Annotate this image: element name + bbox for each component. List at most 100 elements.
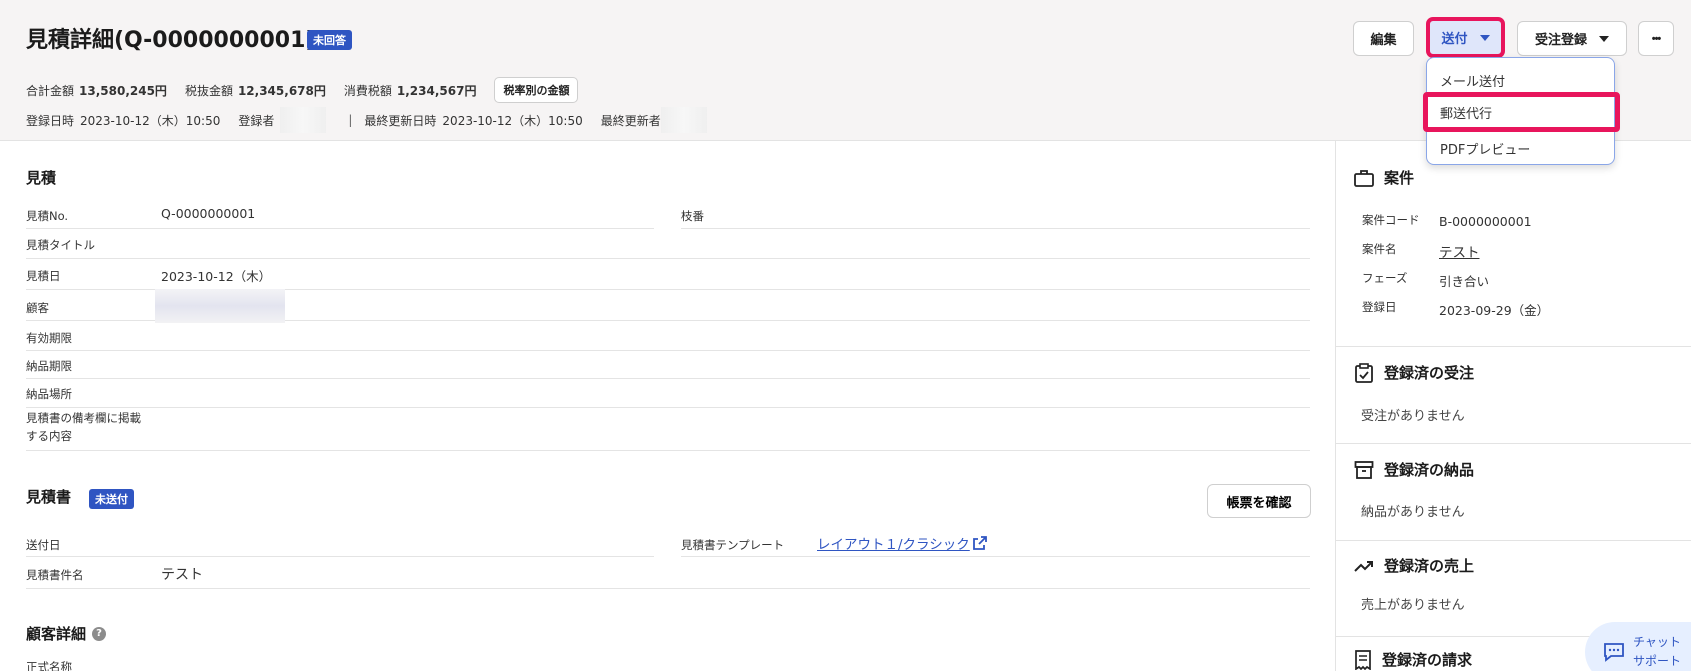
amount-summary: 合計金額 13,580,245円 税抜金額 12,345,678円 消費税額 1… (26, 77, 579, 103)
sent-date-row (26, 530, 654, 557)
receipt-icon (1355, 649, 1371, 670)
chevron-down-icon (1599, 35, 1609, 42)
customer-value-blurred (155, 289, 285, 323)
chat-label-line1: チャット (1633, 635, 1681, 649)
project-phase-label: フェーズ (1362, 271, 1408, 285)
customer-label: 顧客 (26, 301, 49, 315)
delivery-place-label: 納品場所 (26, 387, 72, 401)
invoices-title-text: 登録済の請求 (1382, 651, 1473, 669)
project-phase-value: 引き合い (1439, 274, 1490, 289)
chat-label-line2: サポート (1633, 654, 1682, 668)
created-value: 2023-10-12（木）10:50 (80, 113, 221, 128)
project-name-link[interactable]: テスト (1439, 241, 1480, 261)
sales-empty: 売上がありません (1361, 598, 1465, 613)
chat-bubble-icon (1604, 643, 1624, 662)
help-icon[interactable]: ? (92, 626, 107, 641)
edit-button[interactable]: 編集 (1353, 21, 1414, 56)
document-status-badge: 未送付 (89, 489, 134, 509)
pretax-label: 税抜金額 (184, 83, 233, 98)
meta-separator: | (348, 113, 353, 127)
expiry-row (26, 321, 1310, 351)
tax-label: 消費税額 (343, 83, 392, 98)
project-title-text: 案件 (1384, 169, 1415, 187)
updated-value: 2023-10-12（木）10:50 (442, 113, 583, 128)
project-code-label: 案件コード (1362, 213, 1420, 227)
updater-avatar-blurred (660, 107, 707, 133)
record-meta: 登録日時 2023-10-12（木）10:50 登録者 | 最終更新日時 202… (26, 107, 717, 133)
project-date-value: 2023-09-29（金） (1439, 303, 1550, 318)
delivery-deadline-row (26, 351, 1310, 379)
menu-item-postal-proxy[interactable]: 郵送代行 (1423, 92, 1620, 132)
customer-detail-title-text: 顧客詳細 (26, 625, 87, 643)
check-document-button[interactable]: 帳票を確認 (1207, 484, 1311, 518)
total-value: 13,580,245円 (79, 83, 167, 98)
remarks-label-line1: 見積書の備考欄に掲載 (26, 411, 141, 425)
project-code-value: B-0000000001 (1439, 214, 1532, 229)
archive-box-icon (1354, 460, 1374, 479)
send-dropdown-menu: メール送付 郵送代行 PDFプレビュー (1423, 57, 1620, 165)
estimate-date-value: 2023-10-12（木） (161, 269, 272, 284)
estimate-no-label: 見積No. (26, 209, 69, 223)
sales-title: 登録済の売上 (1354, 555, 1474, 576)
orders-block: 登録済の受注 受注がありません (1336, 347, 1691, 444)
document-section-title: 見積書 (26, 488, 72, 506)
document-name-label: 見積書件名 (26, 568, 84, 582)
menu-item-pdf-preview[interactable]: PDFプレビュー (1427, 132, 1614, 164)
total-label: 合計金額 (26, 83, 75, 98)
orders-title-text: 登録済の受注 (1384, 364, 1475, 382)
right-sidebar: 案件 案件コード B-0000000001 案件名 テスト フェーズ 引き合い … (1335, 141, 1691, 671)
document-name-value: テスト (161, 567, 203, 583)
project-date-label: 登録日 (1362, 300, 1397, 314)
estimate-section-title: 見積 (26, 169, 57, 187)
invoices-title: 登録済の請求 (1354, 649, 1472, 670)
trending-up-icon (1354, 560, 1373, 572)
expiry-label: 有効期限 (26, 331, 72, 345)
delivery-deadline-label: 納品期限 (26, 359, 72, 373)
updater-label: 最終更新者 (600, 113, 661, 128)
official-name-label: 正式名称 (26, 660, 72, 671)
chat-label: チャット サポート (1633, 633, 1681, 671)
more-menu-button[interactable]: ••• (1638, 21, 1674, 56)
order-button-label: 受注登録 (1534, 32, 1587, 47)
sales-title-text: 登録済の売上 (1384, 557, 1475, 575)
order-register-button[interactable]: 受注登録 (1517, 21, 1627, 56)
send-button-label: 送付 (1441, 31, 1468, 46)
more-icon: ••• (1651, 32, 1662, 45)
remarks-label-line2: する内容 (26, 429, 72, 443)
creator-label: 登録者 (238, 113, 275, 128)
template-link[interactable]: レイアウト１/クラシック (817, 533, 988, 553)
remarks-row (26, 408, 1310, 451)
briefcase-icon (1354, 169, 1374, 187)
template-link-text: レイアウト１/クラシック (817, 537, 970, 553)
page-title: 見積詳細(Q-0000000001) (26, 28, 316, 53)
deliveries-title-text: 登録済の納品 (1384, 461, 1475, 479)
branch-label: 枝番 (681, 209, 704, 223)
customer-detail-title: 顧客詳細 ? (26, 623, 107, 644)
estimate-no-value: Q-0000000001 (161, 206, 256, 221)
chat-support-button[interactable]: チャット サポート (1585, 622, 1691, 671)
delivery-place-row (26, 379, 1310, 408)
tax-value: 1,234,567円 (396, 83, 477, 98)
sent-date-label: 送付日 (26, 538, 61, 552)
template-label: 見積書テンプレート (681, 538, 785, 552)
chevron-down-icon (1479, 34, 1490, 41)
creator-avatar-blurred (280, 107, 327, 133)
estimate-no-row (26, 203, 654, 229)
external-link-icon (972, 536, 987, 550)
updated-label: 最終更新日時 (364, 113, 437, 128)
branch-row (681, 203, 1310, 229)
estimate-date-label: 見積日 (26, 269, 61, 283)
deliveries-empty: 納品がありません (1361, 505, 1465, 520)
created-label: 登録日時 (26, 113, 75, 128)
clipboard-check-icon (1355, 362, 1373, 383)
estimate-title-label: 見積タイトル (26, 238, 95, 252)
orders-empty: 受注がありません (1361, 409, 1465, 424)
estimate-title-row (26, 229, 1310, 259)
tax-rate-button[interactable]: 税率別の金額 (494, 77, 579, 103)
deliveries-block: 登録済の納品 納品がありません (1336, 444, 1691, 541)
send-button[interactable]: 送付 (1426, 17, 1505, 58)
project-block: 案件 案件コード B-0000000001 案件名 テスト フェーズ 引き合い … (1336, 141, 1691, 347)
orders-title: 登録済の受注 (1354, 362, 1474, 383)
project-name-label: 案件名 (1362, 242, 1397, 256)
deliveries-title: 登録済の納品 (1354, 459, 1474, 480)
